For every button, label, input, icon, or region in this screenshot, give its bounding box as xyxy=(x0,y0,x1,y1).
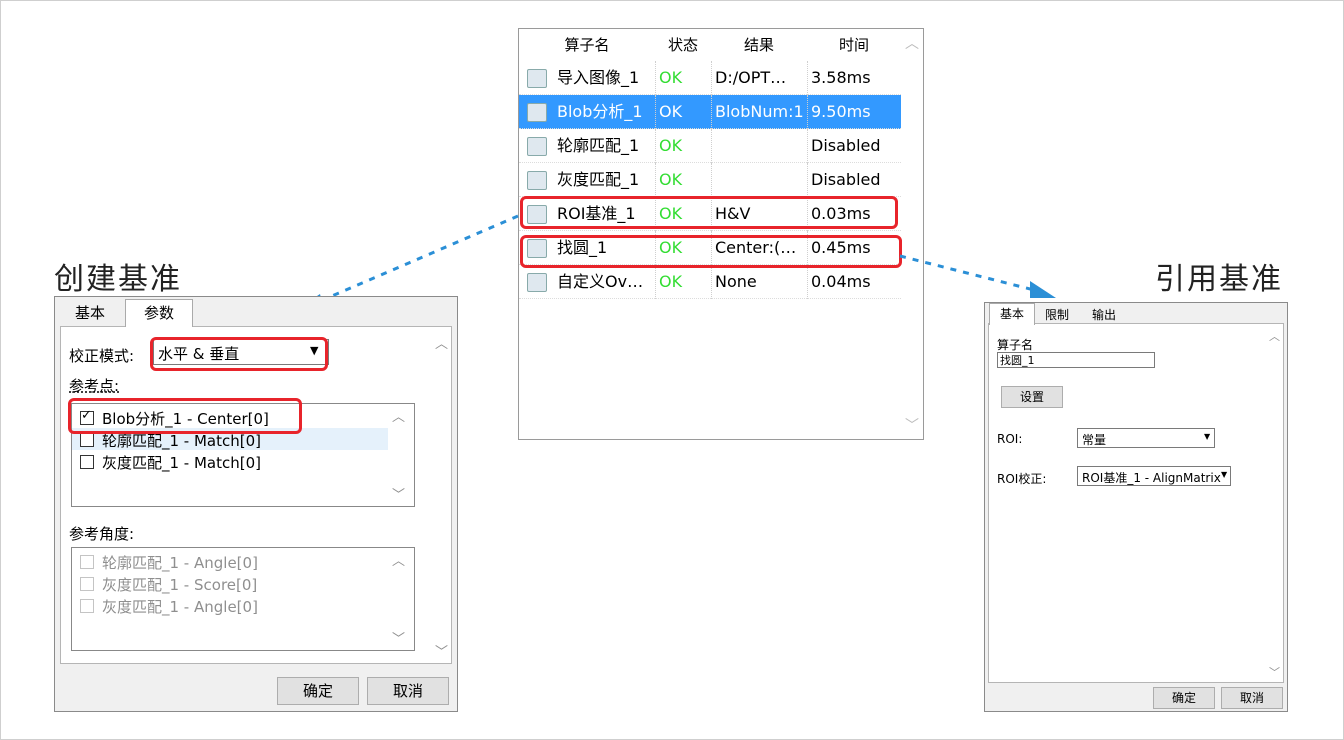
ref-angle-item[interactable]: 灰度匹配_1 - Score[0] xyxy=(72,574,382,594)
roi-correction-select-value: ROI基准_1 - AlignMatrix xyxy=(1082,471,1221,485)
panel-scroll-down-icon[interactable]: ﹀ xyxy=(1269,664,1280,680)
checkbox[interactable] xyxy=(80,433,94,447)
tab-basic[interactable]: 基本 xyxy=(989,303,1035,325)
reference-usage-dialog: 基本 限制 输出 算子名 找圆_1 设置 ROI: 常量 ▼ ROI校正: RO… xyxy=(984,302,1288,712)
cancel-button[interactable]: 取消 xyxy=(1221,687,1283,709)
chevron-down-icon: ▼ xyxy=(1221,470,1228,479)
ref-angle-item[interactable]: 轮廓匹配_1 - Angle[0] xyxy=(72,552,382,572)
tab-basic[interactable]: 基本 xyxy=(61,301,119,325)
arrow-to-create-dialog xyxy=(317,214,519,304)
tab-output[interactable]: 输出 xyxy=(1081,305,1127,325)
params-panel: 校正模式: 水平 & 垂直 ▼ 参考点: Blob分析_1 - Center[0… xyxy=(60,326,452,664)
roi-label: ROI: xyxy=(997,432,1023,446)
checkbox[interactable] xyxy=(80,577,94,591)
tab-limit[interactable]: 限制 xyxy=(1037,305,1077,325)
angle-scroll-down-icon[interactable]: ﹀ xyxy=(392,628,405,647)
ok-button[interactable]: 确定 xyxy=(277,677,359,705)
chevron-down-icon: ▼ xyxy=(1204,432,1211,441)
roi-select[interactable]: 常量 ▼ xyxy=(1077,428,1215,448)
highlight-mode-select xyxy=(150,337,328,371)
ref-angles-list[interactable]: 轮廓匹配_1 - Angle[0] 灰度匹配_1 - Score[0] 灰度匹配_1… xyxy=(71,547,415,651)
checkbox[interactable] xyxy=(80,599,94,613)
checkbox-label: 灰度匹配_1 - Angle[0] xyxy=(102,598,258,616)
operator-name-label: 算子名 xyxy=(997,338,1034,352)
panel-scroll-up-icon[interactable]: ︿ xyxy=(1269,328,1280,344)
checkbox-label: 灰度匹配_1 - Score[0] xyxy=(102,576,258,594)
list-scroll-up-icon[interactable]: ︿ xyxy=(392,406,405,425)
ref-points-label: 参考点: xyxy=(69,377,120,395)
panel-scroll-up-icon[interactable]: ︿ xyxy=(435,333,448,352)
operator-name-input[interactable]: 找圆_1 xyxy=(997,352,1155,368)
checkbox[interactable] xyxy=(80,455,94,469)
ok-button[interactable]: 确定 xyxy=(1153,687,1215,709)
list-scroll-down-icon[interactable]: ﹀ xyxy=(392,484,405,503)
arrow-head-right-icon xyxy=(1030,281,1056,298)
roi-select-value: 常量 xyxy=(1082,433,1107,447)
cancel-button[interactable]: 取消 xyxy=(367,677,449,705)
ref-point-item[interactable]: 灰度匹配_1 - Match[0] xyxy=(72,452,382,472)
highlight-ref-point xyxy=(68,398,302,434)
roi-correction-label: ROI校正: xyxy=(997,472,1047,486)
ref-angle-label: 参考角度: xyxy=(69,525,135,543)
mode-label: 校正模式: xyxy=(69,347,135,365)
angle-scroll-up-icon[interactable]: ︿ xyxy=(392,550,405,569)
checkbox-label: 轮廓匹配_1 - Angle[0] xyxy=(102,554,258,572)
roi-correction-select[interactable]: ROI基准_1 - AlignMatrix ▼ xyxy=(1077,466,1231,486)
checkbox[interactable] xyxy=(80,555,94,569)
basic-panel: 算子名 找圆_1 设置 ROI: 常量 ▼ ROI校正: ROI基准_1 - A… xyxy=(988,323,1284,683)
settings-button[interactable]: 设置 xyxy=(1001,386,1063,408)
tab-params[interactable]: 参数 xyxy=(125,299,193,327)
ref-angle-item[interactable]: 灰度匹配_1 - Angle[0] xyxy=(72,596,382,616)
checkbox-label: 灰度匹配_1 - Match[0] xyxy=(102,454,262,472)
panel-scroll-down-icon[interactable]: ﹀ xyxy=(435,641,448,660)
arrow-to-reference-dialog xyxy=(899,254,1035,292)
